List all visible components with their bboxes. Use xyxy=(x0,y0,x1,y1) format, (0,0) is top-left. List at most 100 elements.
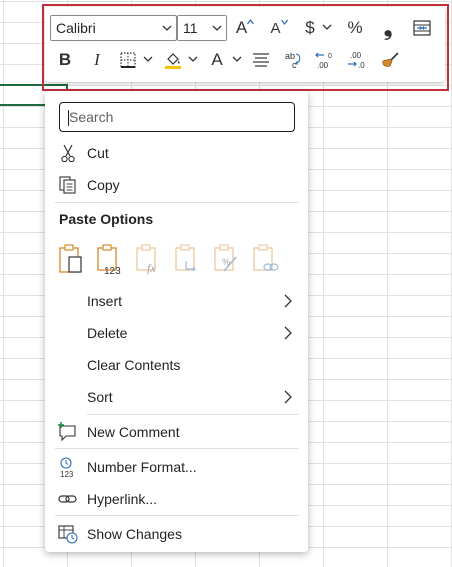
paste-link-icon[interactable] xyxy=(251,243,281,275)
wrap-text-icon: ab c xyxy=(285,51,301,70)
chevron-down-icon[interactable] xyxy=(188,55,198,63)
toolbar-row-2: B I A ab c 0 .00 .00 .0 xyxy=(45,45,445,75)
menu-item-delete[interactable]: Delete xyxy=(45,318,308,348)
menu-item-show-changes[interactable]: Show Changes xyxy=(45,519,308,549)
menu-separator xyxy=(55,448,299,449)
menu-separator xyxy=(55,515,299,516)
svg-text:c: c xyxy=(292,60,297,70)
fill-color-button[interactable] xyxy=(162,47,184,73)
font-color-button[interactable]: A xyxy=(207,47,227,73)
number-format-icon: 123 xyxy=(60,457,74,478)
toolbar-row-1: Calibri 11 A A $ % ❟ xyxy=(45,13,445,43)
percent-style-button[interactable]: % xyxy=(343,15,367,41)
menu-item-label: Cut xyxy=(87,145,109,161)
menu-item-label: Number Format... xyxy=(87,459,197,475)
format-painter-button[interactable] xyxy=(378,47,402,73)
show-changes-icon xyxy=(58,525,78,544)
chevron-down-icon[interactable] xyxy=(232,55,242,63)
comma-style-button[interactable]: ❟ xyxy=(378,15,398,41)
svg-text:fx: fx xyxy=(147,261,156,275)
svg-text:.0: .0 xyxy=(358,61,365,70)
menu-item-hyperlink[interactable]: Hyperlink... xyxy=(45,484,308,514)
menu-item-label: Clear Contents xyxy=(87,357,181,373)
percent-icon: % xyxy=(347,18,363,37)
paintbrush-icon xyxy=(382,52,399,67)
menu-item-label: Copy xyxy=(87,177,120,193)
search-placeholder: Search xyxy=(69,109,114,125)
paste-values-icon[interactable]: 123 xyxy=(95,243,125,275)
dollar-icon: $ xyxy=(305,18,315,37)
paste-icon[interactable] xyxy=(57,243,87,275)
scissors-icon xyxy=(61,144,75,163)
menu-item-label: Show Changes xyxy=(87,526,182,542)
menu-separator xyxy=(87,414,299,415)
bold-icon: B xyxy=(58,50,72,69)
new-comment-icon xyxy=(58,422,76,442)
svg-text:.00: .00 xyxy=(350,51,362,60)
align-center-icon xyxy=(253,53,269,67)
copy-icon xyxy=(59,176,76,194)
align-center-button[interactable] xyxy=(250,47,272,73)
text-caret xyxy=(68,110,69,126)
grow-font-icon: A xyxy=(235,18,248,37)
link-icon xyxy=(58,495,77,503)
wrap-text-button[interactable]: ab c xyxy=(282,47,306,73)
chevron-right-icon xyxy=(284,326,292,340)
chevron-down-icon[interactable] xyxy=(143,55,153,63)
menu-item-cut[interactable]: Cut xyxy=(45,138,308,168)
caret-down-icon xyxy=(280,19,288,25)
font-size-dropdown[interactable]: 11 xyxy=(177,15,227,41)
font-color-icon: A xyxy=(211,50,223,69)
merge-cells-icon xyxy=(413,20,431,36)
caret-up-icon xyxy=(247,19,255,25)
paste-options-heading: Paste Options xyxy=(59,211,154,227)
borders-button[interactable] xyxy=(118,47,138,73)
paint-bucket-icon xyxy=(165,53,181,69)
svg-text:0: 0 xyxy=(328,53,332,60)
chevron-right-icon xyxy=(284,390,292,404)
currency-format-button[interactable]: $ xyxy=(299,15,321,41)
font-name-value: Calibri xyxy=(56,20,96,36)
menu-item-label: Delete xyxy=(87,325,128,341)
font-name-dropdown[interactable]: Calibri xyxy=(50,15,177,41)
grow-font-button[interactable]: A xyxy=(233,15,257,41)
paste-formatting-icon[interactable]: % xyxy=(212,243,242,275)
comma-icon: ❟ xyxy=(383,15,393,40)
decrease-decimal-button[interactable]: 0 .00 xyxy=(313,47,339,73)
svg-text:123: 123 xyxy=(60,470,74,478)
merge-center-button[interactable] xyxy=(410,15,434,41)
mini-toolbar: Calibri 11 A A $ % ❟ B I A ab c 0 .00 .0… xyxy=(45,7,445,82)
bold-button[interactable]: B xyxy=(55,47,75,73)
svg-text:123: 123 xyxy=(104,266,121,275)
menu-item-copy[interactable]: Copy xyxy=(45,170,308,200)
paste-options-row: 123 fx % xyxy=(57,243,297,275)
menu-item-label: Sort xyxy=(87,389,113,405)
menu-separator xyxy=(55,202,299,203)
chevron-down-icon[interactable] xyxy=(322,23,332,31)
italic-icon: I xyxy=(94,50,100,69)
chevron-down-icon xyxy=(212,25,222,31)
context-menu: Search Cut Copy Paste Options 123 fx % I… xyxy=(45,91,308,552)
menu-item-clear-contents[interactable]: Clear Contents xyxy=(45,350,308,380)
increase-decimal-button[interactable]: .00 .0 xyxy=(345,47,371,73)
svg-text:.00: .00 xyxy=(317,61,329,70)
italic-button[interactable]: I xyxy=(87,47,107,73)
borders-icon xyxy=(120,52,136,68)
decrease-decimal-icon: 0 .00 xyxy=(315,52,332,70)
menu-item-number-format[interactable]: 123 Number Format... xyxy=(45,452,308,482)
menu-item-sort[interactable]: Sort xyxy=(45,382,308,412)
shrink-font-button[interactable]: A xyxy=(267,15,291,41)
menu-item-insert[interactable]: Insert xyxy=(45,286,308,316)
shrink-font-icon: A xyxy=(270,19,281,37)
font-size-value: 11 xyxy=(183,20,198,36)
svg-text:%: % xyxy=(222,257,230,267)
increase-decimal-icon: .00 .0 xyxy=(348,51,365,70)
chevron-right-icon xyxy=(284,294,292,308)
chevron-down-icon xyxy=(162,25,172,31)
menu-item-label: Insert xyxy=(87,293,123,309)
menu-item-new-comment[interactable]: New Comment xyxy=(45,417,308,447)
search-input[interactable]: Search xyxy=(59,102,295,132)
paste-transpose-icon[interactable] xyxy=(173,243,203,275)
paste-formulas-icon[interactable]: fx xyxy=(134,243,164,275)
menu-item-label: New Comment xyxy=(87,424,180,440)
